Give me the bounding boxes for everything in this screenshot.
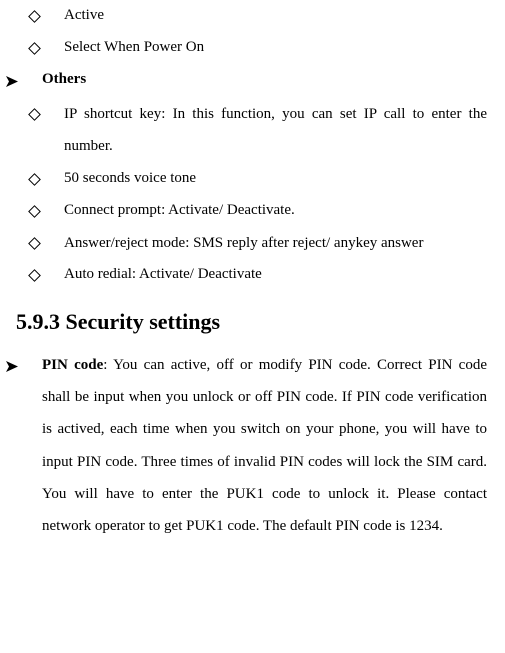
- list-item: Connect prompt: Activate/ Deactivate.: [28, 195, 487, 227]
- diamond-icon: [28, 32, 64, 64]
- list-item: Select When Power On: [28, 32, 487, 64]
- document-body: Active Select When Power On Others IP sh…: [0, 0, 487, 542]
- pin-rest: : You can active, off or modify PIN code…: [42, 357, 487, 534]
- list-text: Auto redial: Activate/ Deactivate: [64, 259, 487, 289]
- others-label: Others: [42, 64, 487, 94]
- pin-lead: PIN code: [42, 357, 103, 373]
- arrow-right-icon: [6, 349, 42, 383]
- arrow-right-icon: [6, 64, 42, 98]
- list-text: 50 seconds voice tone: [64, 163, 487, 193]
- list-item: Answer/reject mode: SMS reply after reje…: [28, 227, 487, 259]
- list-item: Active: [28, 0, 487, 32]
- list-item-pin: PIN code: You can active, off or modify …: [6, 349, 487, 543]
- pin-paragraph: PIN code: You can active, off or modify …: [42, 349, 487, 543]
- diamond-icon: [28, 163, 64, 195]
- list-text: IP shortcut key: In this function, you c…: [64, 98, 487, 163]
- list-text: Connect prompt: Activate/ Deactivate.: [64, 195, 487, 225]
- diamond-icon: [28, 98, 64, 130]
- list-item: IP shortcut key: In this function, you c…: [28, 98, 487, 163]
- diamond-icon: [28, 259, 64, 291]
- list-item: 50 seconds voice tone: [28, 163, 487, 195]
- diamond-icon: [28, 195, 64, 227]
- list-text: Active: [64, 0, 487, 30]
- list-item-others: Others: [6, 64, 487, 98]
- diamond-icon: [28, 227, 64, 259]
- list-text: Answer/reject mode: SMS reply after reje…: [64, 227, 487, 259]
- list-text: Select When Power On: [64, 32, 487, 62]
- diamond-icon: [28, 0, 64, 32]
- list-item: Auto redial: Activate/ Deactivate: [28, 259, 487, 291]
- section-heading: 5.9.3 Security settings: [16, 309, 487, 335]
